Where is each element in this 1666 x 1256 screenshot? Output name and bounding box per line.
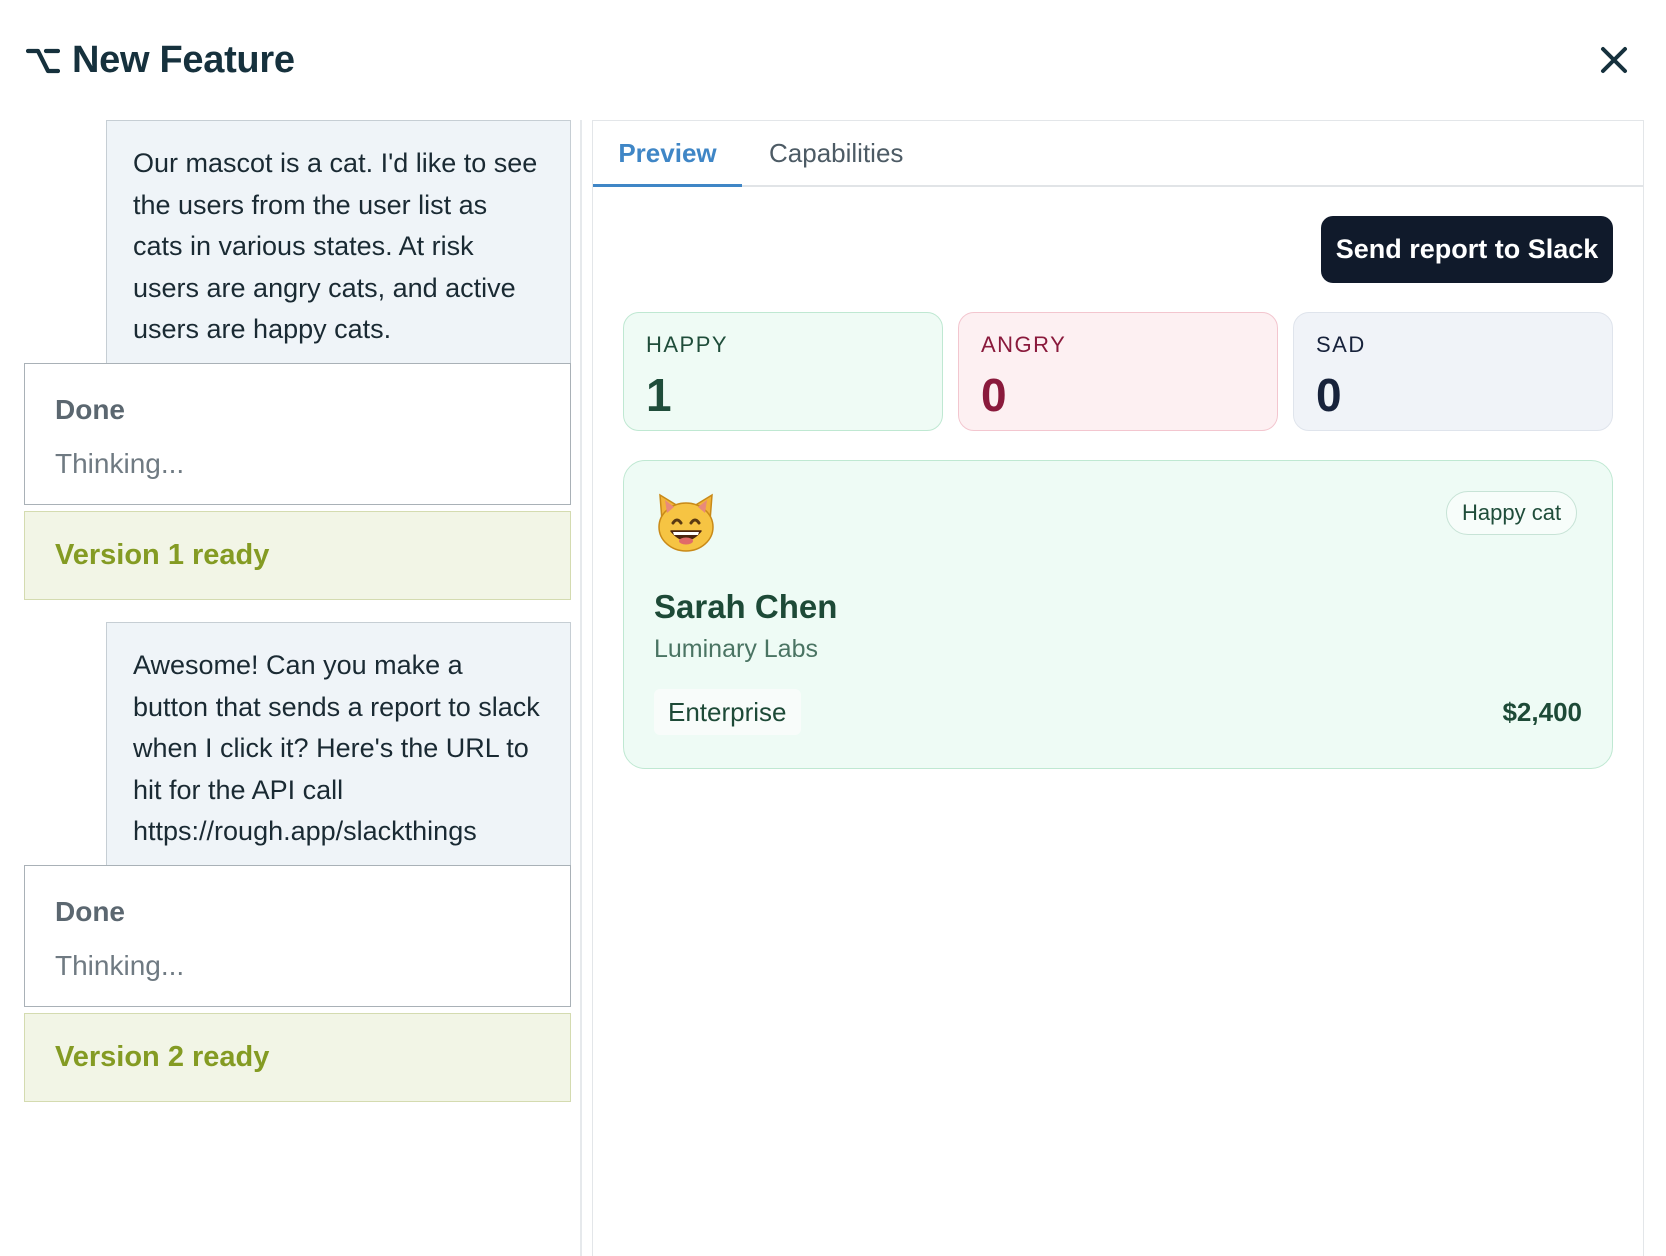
tab-preview[interactable]: Preview — [593, 121, 742, 187]
user-message-text: Our mascot is a cat. I'd like to see the… — [133, 148, 538, 344]
user-message: Awesome! Can you make a button that send… — [106, 622, 571, 876]
version-ready-card[interactable]: Version 2 ready — [24, 1013, 571, 1102]
close-icon — [1596, 42, 1632, 78]
stat-card-angry: ANGRY 0 — [958, 312, 1278, 431]
conversation-panel: Our mascot is a cat. I'd like to see the… — [0, 120, 578, 1256]
option-key-icon — [25, 43, 61, 77]
panel-divider — [580, 120, 582, 1256]
status-title: Done — [55, 394, 125, 425]
stat-card-happy: HAPPY 1 — [623, 312, 943, 431]
version-label: Version 2 ready — [55, 1041, 270, 1073]
stat-label: ANGRY — [981, 332, 1067, 357]
status-subtitle: Thinking... — [55, 950, 185, 981]
stat-value: 0 — [981, 369, 1007, 421]
user-card: Happy cat Sarah Chen Luminary Labs Enter… — [623, 460, 1613, 769]
stat-label: SAD — [1316, 332, 1366, 357]
page-title: New Feature — [72, 39, 295, 81]
stat-value: 0 — [1316, 369, 1342, 421]
user-company: Luminary Labs — [654, 635, 818, 663]
stat-label: HAPPY — [646, 332, 729, 357]
modal-header: New Feature — [0, 0, 1666, 120]
version-label: Version 1 ready — [55, 539, 270, 571]
mood-badge: Happy cat — [1446, 491, 1578, 535]
send-report-to-slack-button[interactable]: Send report to Slack — [1321, 216, 1613, 283]
user-name: Sarah Chen — [654, 588, 838, 625]
user-message-text: Awesome! Can you make a button that send… — [133, 650, 540, 846]
stat-value: 1 — [646, 369, 672, 421]
status-card: Done Thinking... — [24, 363, 571, 505]
stat-card-sad: SAD 0 — [1293, 312, 1613, 431]
status-subtitle: Thinking... — [55, 448, 185, 479]
tab-capabilities[interactable]: Capabilities — [769, 121, 903, 187]
version-ready-card[interactable]: Version 1 ready — [24, 511, 571, 600]
close-button[interactable] — [1596, 42, 1632, 78]
tab-bar: Preview Capabilities — [593, 121, 1643, 187]
user-message: Our mascot is a cat. I'd like to see the… — [106, 120, 571, 374]
plan-badge: Enterprise — [654, 689, 801, 735]
header-title-group: New Feature — [25, 34, 295, 86]
user-revenue: $2,400 — [1502, 697, 1582, 727]
preview-panel: Preview Capabilities Send report to Slac… — [592, 120, 1644, 1256]
happy-cat-face-icon — [654, 491, 718, 555]
status-title: Done — [55, 896, 125, 927]
status-card: Done Thinking... — [24, 865, 571, 1007]
